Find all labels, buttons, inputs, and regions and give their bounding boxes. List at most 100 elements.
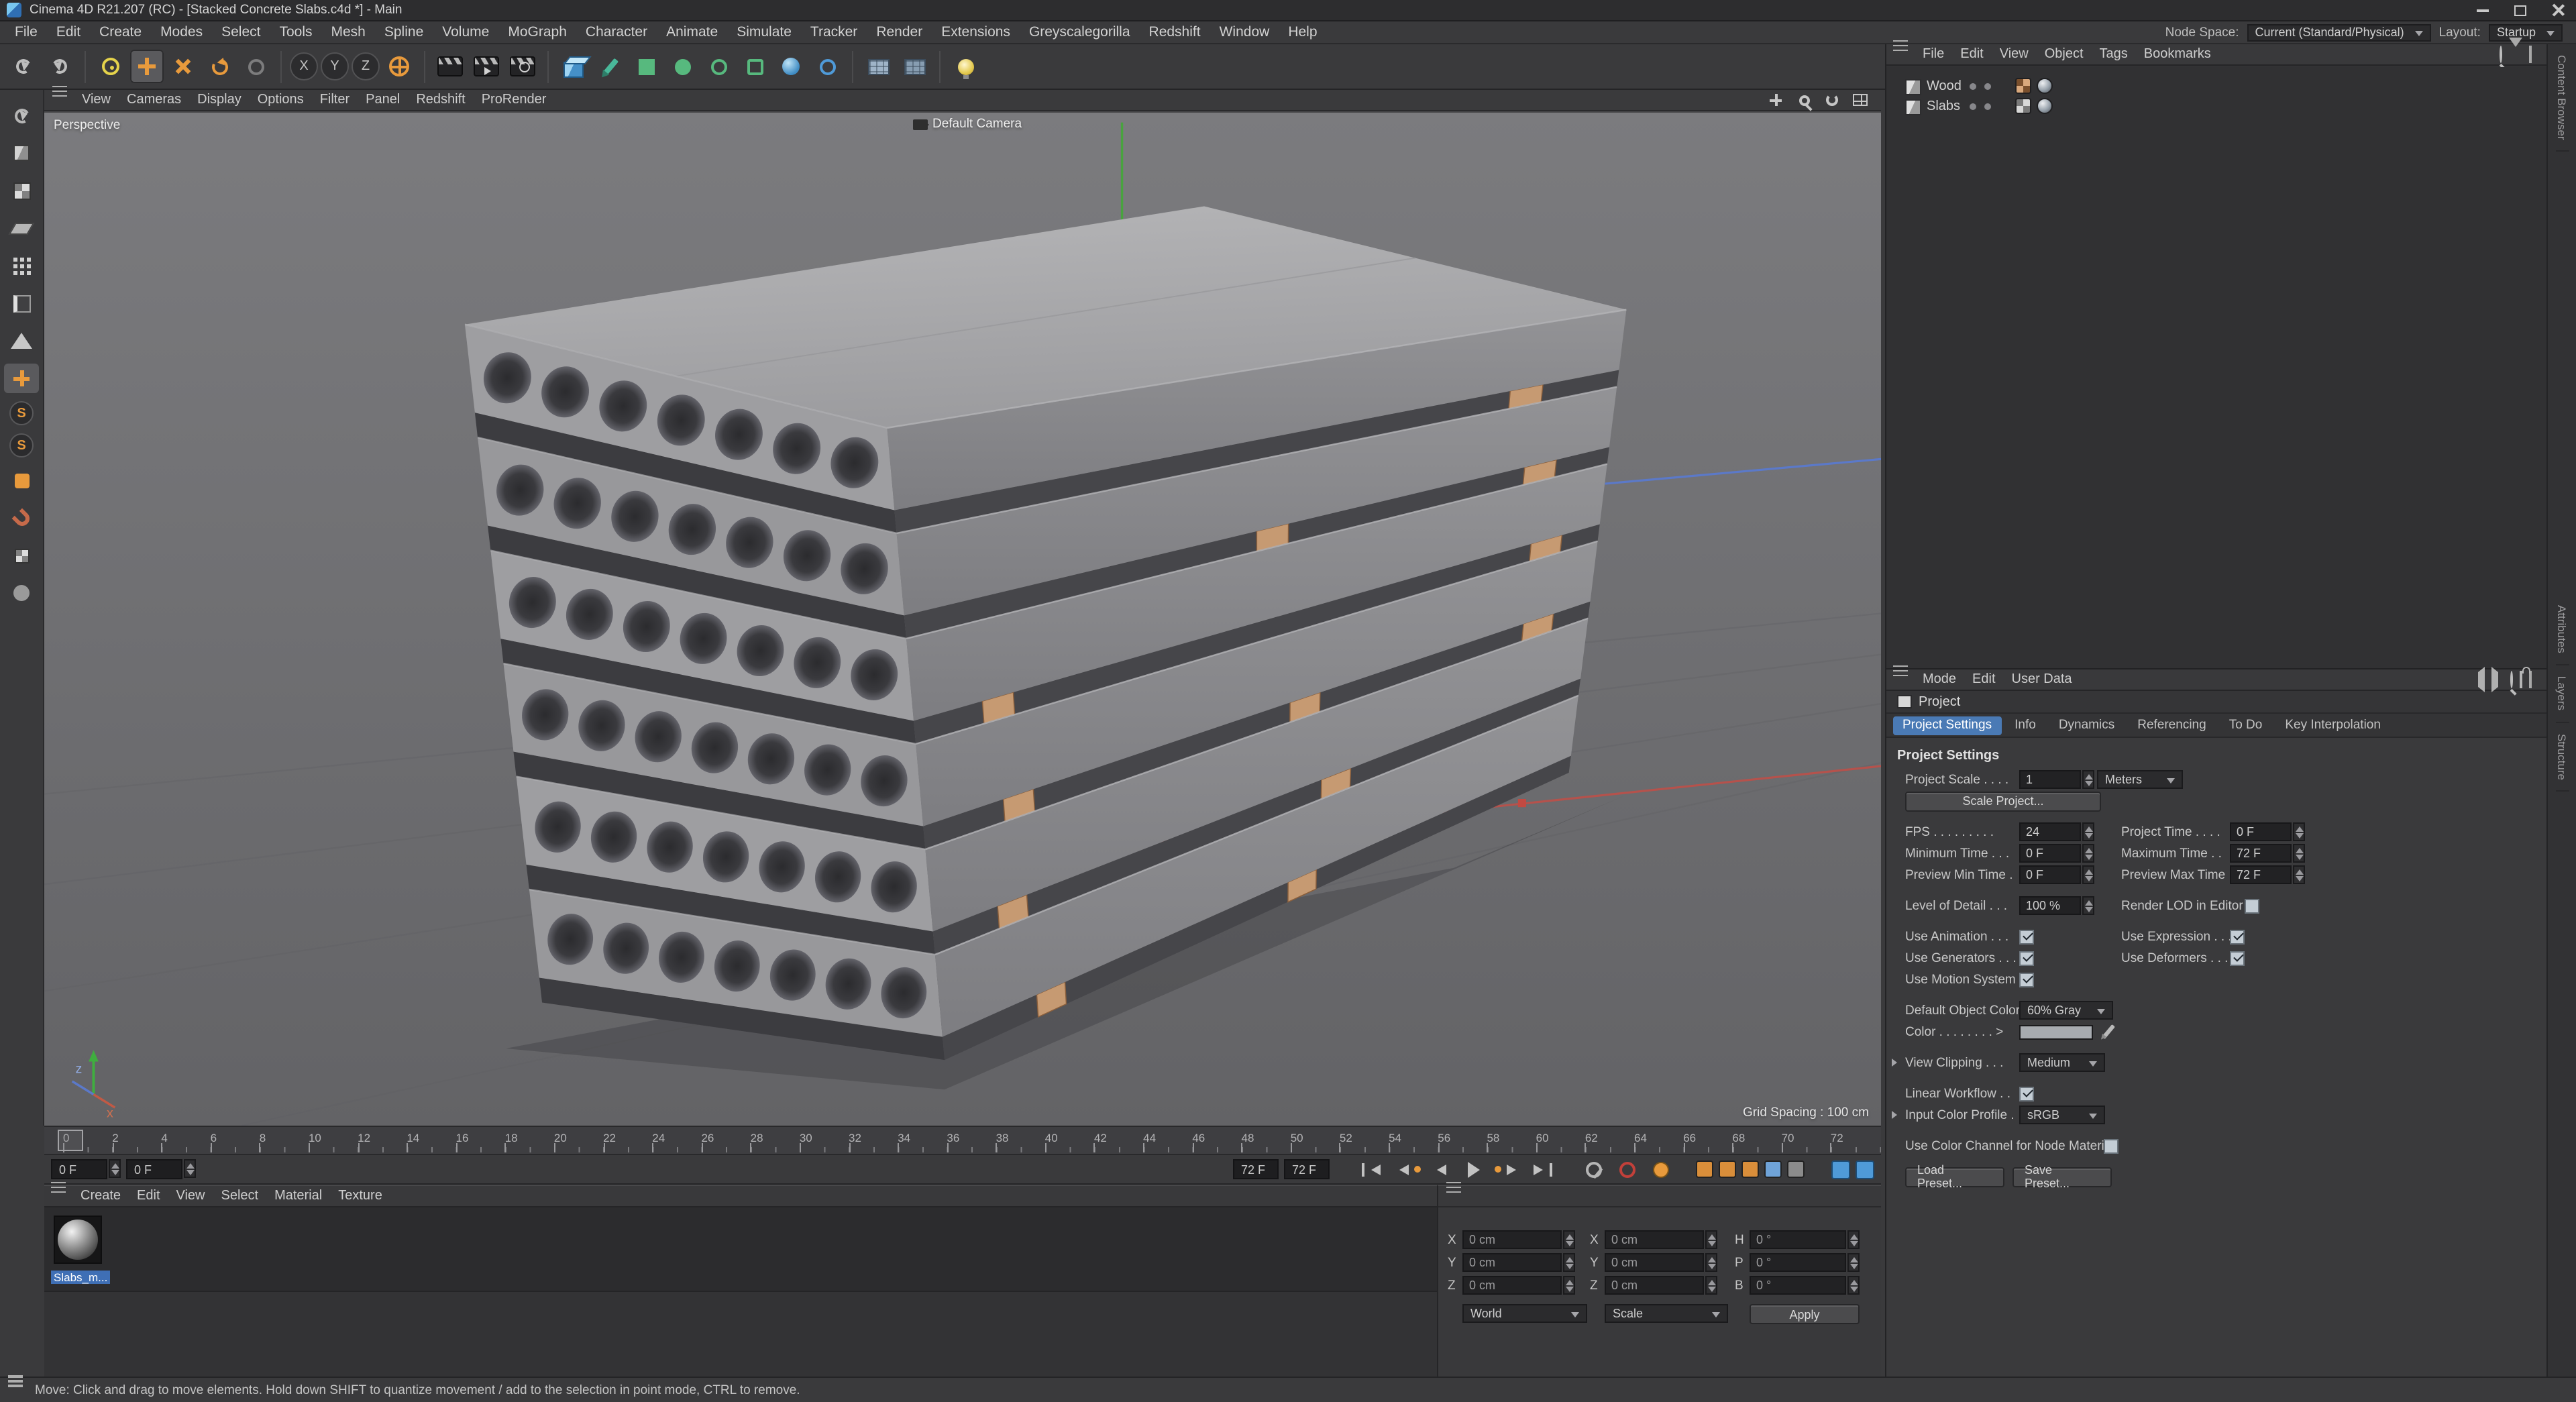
pos-z-field[interactable]: 0 cm <box>1462 1276 1562 1295</box>
view-options-icon[interactable] <box>2529 46 2532 63</box>
rot-h-spinner[interactable] <box>1847 1230 1860 1249</box>
object-manager-menu-item[interactable]: View <box>1992 47 2037 62</box>
timeline-frame-mark[interactable]: 66 <box>1683 1127 1732 1154</box>
edges-mode-icon[interactable] <box>4 288 39 318</box>
size-y-field[interactable]: 0 cm <box>1605 1253 1704 1272</box>
fps-field[interactable]: 24 <box>2019 822 2081 841</box>
menu-item[interactable]: File <box>5 21 47 43</box>
object-manager-menu-item[interactable]: Object <box>2037 47 2092 62</box>
timeline-frame-mark[interactable]: 24 <box>652 1127 701 1154</box>
view-label[interactable]: Perspective <box>54 118 120 133</box>
menu-item[interactable]: Render <box>867 21 932 43</box>
timeline-frame-mark[interactable]: 30 <box>799 1127 849 1154</box>
rot-p-spinner[interactable] <box>1847 1253 1860 1272</box>
texture-tag-icon[interactable] <box>2015 78 2031 94</box>
render-visibility-dot[interactable] <box>1984 83 1991 90</box>
menu-item[interactable]: Modes <box>151 21 212 43</box>
previous-frame-button[interactable] <box>1426 1158 1454 1180</box>
solo-object-icon[interactable] <box>1856 1160 1874 1179</box>
size-z-spinner[interactable] <box>1705 1276 1717 1295</box>
settings-icon[interactable] <box>2529 671 2532 688</box>
timeline-frame-mark[interactable]: 48 <box>1241 1127 1291 1154</box>
phong-tag-icon[interactable] <box>2037 78 2053 94</box>
node-material-checkbox[interactable] <box>2104 1138 2118 1153</box>
range-end-field[interactable]: 72 F <box>1233 1159 1279 1179</box>
coordinate-system-icon[interactable] <box>382 50 416 83</box>
rot-b-field[interactable]: 0 ° <box>1750 1276 1846 1295</box>
size-z-field[interactable]: 0 cm <box>1605 1276 1704 1295</box>
keyframe-selection-icon[interactable] <box>1646 1158 1674 1180</box>
y-axis-lock-button[interactable]: Y <box>321 52 349 80</box>
timeline-frame-mark[interactable]: 20 <box>553 1127 603 1154</box>
viewport-menu-item[interactable]: Redshift <box>408 93 473 107</box>
timeline-frame-mark[interactable]: 60 <box>1536 1127 1585 1154</box>
object-name[interactable]: Slabs <box>1927 99 1960 114</box>
object-manager-menu-item[interactable]: Edit <box>1952 47 1991 62</box>
tab-referencing[interactable]: Referencing <box>2128 716 2215 735</box>
record-key-icon[interactable] <box>1579 1158 1607 1180</box>
render-lod-checkbox[interactable] <box>2245 898 2259 913</box>
timeline-frame-mark[interactable]: 40 <box>1044 1127 1094 1154</box>
project-time-spinner[interactable] <box>2293 822 2305 841</box>
record-pla-icon[interactable] <box>1787 1161 1805 1178</box>
record-scale-icon[interactable] <box>1719 1161 1736 1178</box>
coordinates-panel-menu-icon[interactable] <box>1446 1181 1465 1204</box>
viewport-filter-icon[interactable] <box>4 578 39 608</box>
array-grid-alt-icon[interactable] <box>898 50 931 83</box>
viewport-menu-item[interactable]: Panel <box>358 93 408 107</box>
linear-workflow-checkbox[interactable] <box>2019 1086 2034 1101</box>
search-icon[interactable] <box>2510 671 2513 688</box>
project-time-field[interactable]: 0 F <box>2230 822 2292 841</box>
menu-item[interactable]: Volume <box>433 21 498 43</box>
viewport-menu-item[interactable]: Cameras <box>119 93 189 107</box>
snap-modes-icon[interactable]: S <box>9 433 34 457</box>
viewport-menu-item[interactable]: Filter <box>312 93 358 107</box>
use-motion-system-checkbox[interactable] <box>2019 972 2034 987</box>
timeline-frame-mark[interactable]: 36 <box>947 1127 996 1154</box>
simulate-cloth-icon[interactable] <box>738 50 771 83</box>
menu-item[interactable]: Tracker <box>801 21 867 43</box>
workplane-mode-icon[interactable] <box>4 213 39 243</box>
timeline-frame-mark[interactable]: 22 <box>603 1127 652 1154</box>
timeline-frame-mark[interactable]: 70 <box>1781 1127 1831 1154</box>
autokeying-icon[interactable] <box>1613 1158 1641 1180</box>
scale-tool-icon[interactable] <box>166 50 200 83</box>
filter-icon[interactable] <box>2509 38 2522 62</box>
pos-x-field[interactable]: 0 cm <box>1462 1230 1562 1249</box>
material-panel-menu-icon[interactable] <box>51 1181 70 1204</box>
material-menu-item[interactable]: View <box>168 1189 213 1203</box>
tab-attributes[interactable]: Attributes <box>2555 595 2569 666</box>
save-preset-button[interactable]: Save Preset... <box>2012 1163 2112 1190</box>
color-swatch[interactable] <box>2019 1024 2093 1039</box>
use-expression-checkbox[interactable] <box>2230 929 2245 944</box>
timeline-frame-mark[interactable]: 32 <box>849 1127 898 1154</box>
editor-visibility-dot[interactable] <box>1970 83 1976 90</box>
field-icon[interactable] <box>810 50 844 83</box>
mograph-cloner-icon[interactable] <box>629 50 663 83</box>
project-scale-field[interactable]: 1 <box>2019 770 2081 789</box>
project-scale-unit-select[interactable]: Meters <box>2097 770 2183 789</box>
object-tree[interactable]: Wood Slabs <box>1886 67 2546 668</box>
simulate-dynamics-icon[interactable] <box>702 50 735 83</box>
use-generators-checkbox[interactable] <box>2019 951 2034 965</box>
polygons-mode-icon[interactable] <box>4 326 39 356</box>
pos-y-field[interactable]: 0 cm <box>1462 1253 1562 1272</box>
object-name[interactable]: Wood <box>1927 79 1962 94</box>
material-menu-item[interactable]: Edit <box>129 1189 168 1203</box>
scale-project-button[interactable]: Scale Project... <box>1905 791 2101 811</box>
make-editable-icon[interactable] <box>4 101 39 130</box>
timeline-frame-mark[interactable]: 42 <box>1093 1127 1143 1154</box>
object-row-slabs[interactable]: Slabs <box>1886 97 2546 117</box>
menu-item[interactable]: Animate <box>657 21 727 43</box>
preview-min-spinner[interactable] <box>2082 865 2094 884</box>
menu-item[interactable]: Create <box>90 21 151 43</box>
default-object-color-select[interactable]: 60% Gray <box>2019 1001 2113 1020</box>
history-forward-icon[interactable] <box>2491 667 2504 692</box>
phong-tag-icon[interactable] <box>2037 98 2053 114</box>
rot-b-spinner[interactable] <box>1847 1276 1860 1295</box>
record-position-icon[interactable] <box>1696 1161 1713 1178</box>
undo-button[interactable] <box>7 50 40 83</box>
object-manager-menu-item[interactable]: File <box>1915 47 1952 62</box>
tab-content-browser[interactable]: Content Browser <box>2555 44 2569 152</box>
solo-off-icon[interactable] <box>1831 1160 1850 1179</box>
